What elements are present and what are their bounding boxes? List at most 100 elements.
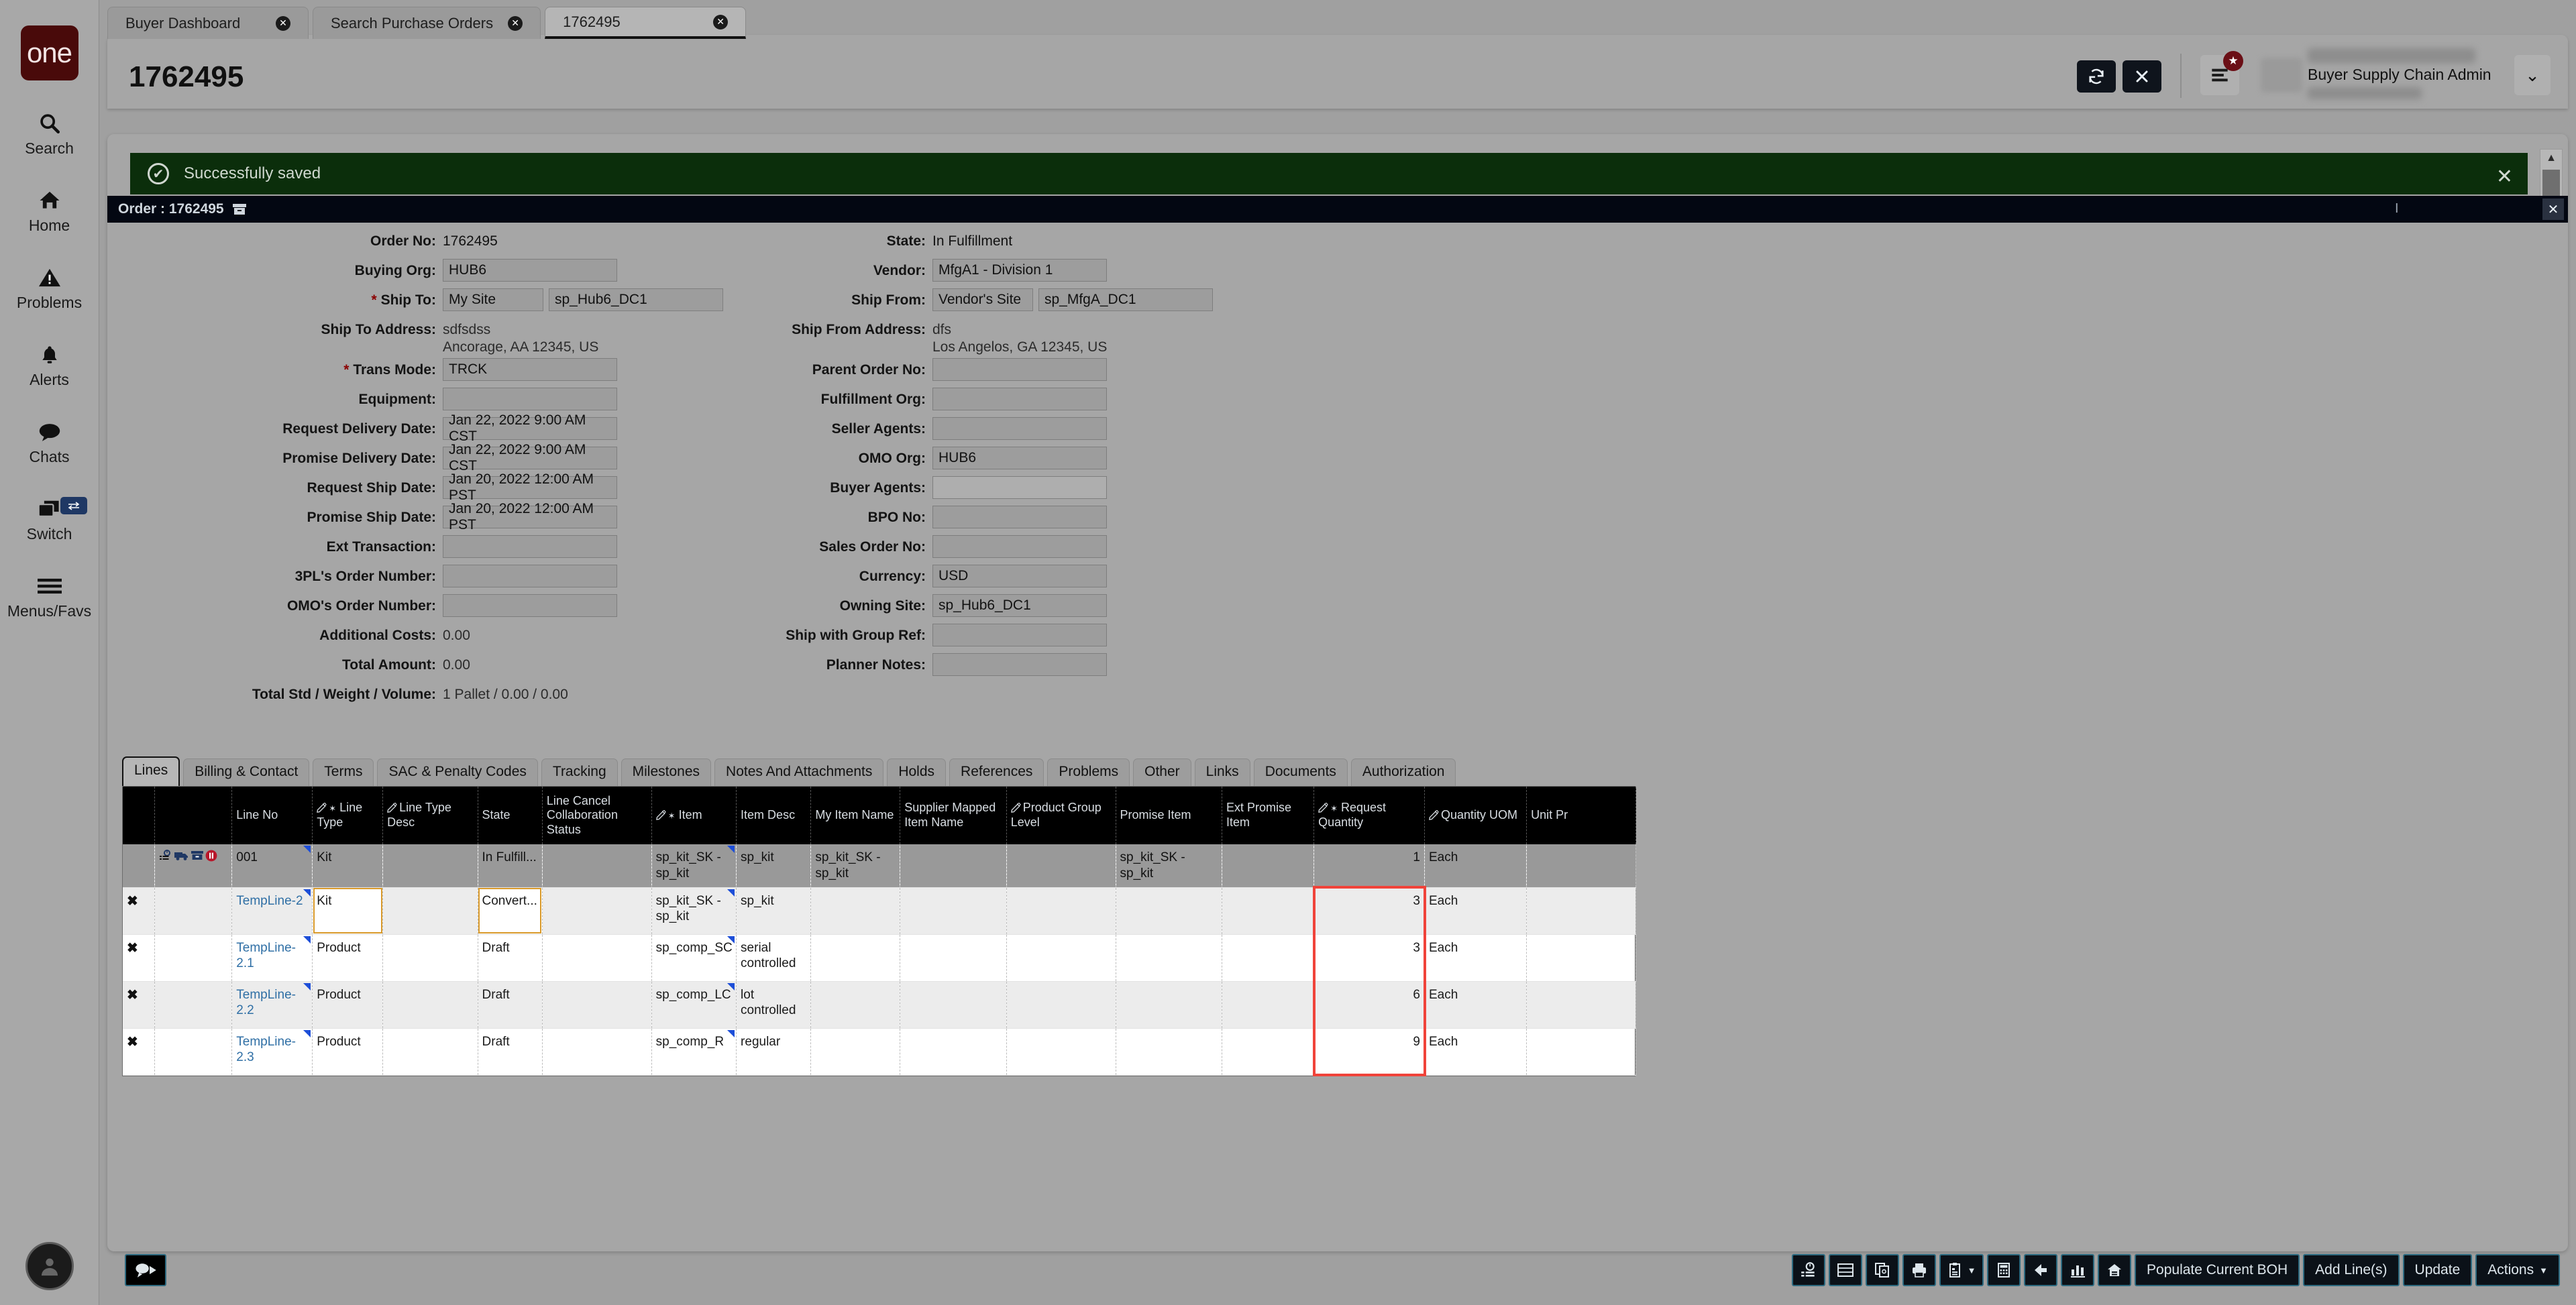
table-cell[interactable]: ✖ [123, 934, 155, 982]
ship-from-site-input[interactable]: sp_MfgA_DC1 [1038, 288, 1213, 311]
table-cell[interactable]: Product [312, 934, 384, 982]
audit-trail-icon[interactable] [1792, 1254, 1826, 1286]
table-cell[interactable] [154, 981, 233, 1029]
request-ship-date-input[interactable]: Jan 20, 2022 12:00 AM PST [443, 471, 617, 503]
x-icon[interactable]: ✖ [127, 988, 138, 1003]
user-avatar[interactable] [25, 1242, 74, 1290]
close-icon[interactable]: ✕ [2496, 165, 2513, 188]
table-cell[interactable] [1006, 887, 1116, 935]
table-cell[interactable]: 6 [1313, 981, 1425, 1029]
table-cell[interactable] [1116, 934, 1222, 982]
table-cell[interactable] [154, 844, 233, 888]
table-cell[interactable] [810, 981, 901, 1029]
table-cell[interactable] [900, 1028, 1007, 1076]
ship-with-group-ref-input[interactable] [932, 624, 1107, 646]
table-cell[interactable]: sp_kit_SK - sp_kit [651, 887, 737, 935]
close-icon[interactable]: ✕ [713, 14, 729, 30]
table-cell[interactable] [382, 934, 478, 982]
table-cell[interactable]: In Fulfill... [478, 844, 543, 888]
tab-holds[interactable]: Holds [887, 758, 947, 786]
table-cell[interactable] [154, 1028, 233, 1076]
bpo-no-input[interactable] [932, 506, 1107, 528]
ship-to-site-input[interactable]: sp_Hub6_DC1 [549, 288, 723, 311]
column-header-line-type[interactable]: ✶ Line Type [312, 787, 384, 844]
column-header-quantity-uom[interactable]: Quantity UOM [1424, 787, 1527, 844]
promise-delivery-date-input[interactable]: Jan 22, 2022 9:00 AM CST [443, 442, 617, 473]
scroll-up-arrow[interactable]: ▲ [2546, 152, 2557, 164]
table-cell[interactable]: sp_comp_SC [651, 934, 737, 982]
table-cell[interactable] [1006, 981, 1116, 1029]
table-row-master[interactable]: 001 Kit In Fulfill... sp_kit_SK - sp_kit sp_… [123, 844, 1636, 888]
table-cell[interactable] [382, 844, 478, 888]
table-row[interactable]: ✖ TempLine-2.1 Product Draft sp_comp_SC seria… [123, 934, 1636, 982]
chat-reply-icon[interactable] [125, 1254, 166, 1286]
table-cell[interactable]: 001 [231, 844, 313, 888]
owning-site-input[interactable]: sp_Hub6_DC1 [932, 594, 1107, 617]
table-cell[interactable] [1222, 844, 1315, 888]
table-cell[interactable] [900, 981, 1007, 1029]
close-icon[interactable]: ✕ [2542, 198, 2564, 220]
ship-from-input[interactable]: Vendor's Site [932, 288, 1033, 311]
clipboard-icon[interactable]: ▼ [1939, 1254, 1984, 1286]
tab-lines[interactable]: Lines [122, 756, 180, 786]
calculator-icon[interactable] [1987, 1254, 2021, 1286]
buyer-agents-input[interactable] [932, 476, 1107, 499]
table-cell[interactable]: TempLine-2.3 [231, 1028, 313, 1076]
table-cell[interactable] [542, 934, 652, 982]
table-cell[interactable]: Each [1424, 844, 1527, 888]
table-cell[interactable] [810, 934, 901, 982]
table-cell[interactable]: 3 [1313, 934, 1425, 982]
table-cell[interactable]: ✖ [123, 1028, 155, 1076]
column-header-unit-pr[interactable]: Unit Pr [1526, 787, 1636, 844]
table-cell[interactable] [1116, 887, 1222, 935]
truck-icon[interactable] [174, 850, 189, 861]
x-icon[interactable]: ✖ [127, 1035, 138, 1049]
table-cell[interactable]: Product [312, 981, 384, 1029]
table-cell[interactable] [382, 1028, 478, 1076]
table-cell[interactable]: serial controlled [736, 934, 812, 982]
table-cell[interactable] [1526, 934, 1636, 982]
omo-order-number-input[interactable] [443, 594, 617, 617]
table-cell[interactable] [1526, 887, 1636, 935]
table-cell[interactable] [1222, 934, 1315, 982]
tab-references[interactable]: References [949, 758, 1044, 786]
column-header-my-item-name[interactable]: My Item Name [810, 787, 901, 844]
table-cell[interactable] [810, 1028, 901, 1076]
tab-other[interactable]: Other [1133, 758, 1191, 786]
sidebar-item-alerts[interactable]: Alerts [0, 340, 99, 389]
table-cell[interactable] [123, 844, 155, 888]
table-cell[interactable] [542, 887, 652, 935]
ship-to-input[interactable]: My Site [443, 288, 543, 311]
tab-terms[interactable]: Terms [313, 758, 374, 786]
parent-order-no-input[interactable] [932, 358, 1107, 381]
table-cell[interactable]: Kit [312, 887, 384, 935]
table-cell[interactable] [1006, 844, 1116, 888]
column-header-blank-0[interactable] [123, 787, 155, 844]
sales-order-no-input[interactable] [932, 535, 1107, 558]
line-no-link[interactable]: TempLine-2.1 [236, 941, 296, 971]
update-button[interactable]: Update [2402, 1254, 2473, 1286]
table-cell[interactable]: TempLine-2 [231, 887, 313, 935]
grid-view-icon[interactable] [1829, 1254, 1863, 1286]
column-header-promise-item[interactable]: Promise Item [1116, 787, 1222, 844]
bar-chart-icon[interactable] [2061, 1254, 2095, 1286]
browser-tab-1762495[interactable]: 1762495 ✕ [545, 7, 747, 39]
sidebar-item-switch[interactable]: Switch [0, 494, 99, 543]
table-cell[interactable]: Each [1424, 981, 1527, 1029]
line-no-link[interactable]: TempLine-2 [236, 894, 303, 908]
table-cell[interactable]: TempLine-2.1 [231, 934, 313, 982]
table-cell[interactable] [1222, 981, 1315, 1029]
sidebar-item-menus-favs[interactable]: Menus/Favs [0, 571, 99, 620]
column-header-supplier-mapped-item-name[interactable]: Supplier Mapped Item Name [900, 787, 1007, 844]
browser-tab-search-purchase-orders[interactable]: Search Purchase Orders ✕ [313, 7, 541, 39]
table-cell[interactable]: sp_kit_SK - sp_kit [1116, 844, 1222, 888]
currency-input[interactable]: USD [932, 565, 1107, 587]
table-cell[interactable]: sp_kit_SK - sp_kit [651, 844, 737, 888]
populate-current-boh-button[interactable]: Populate Current BOH [2135, 1254, 2300, 1286]
3pl-order-number-input[interactable] [443, 565, 617, 587]
close-icon[interactable]: ✕ [276, 15, 290, 31]
request-delivery-date-input[interactable]: Jan 22, 2022 9:00 AM CST [443, 412, 617, 444]
chevron-down-icon[interactable]: ▼ [1968, 1265, 1976, 1275]
table-cell[interactable] [1526, 981, 1636, 1029]
promise-ship-date-input[interactable]: Jan 20, 2022 12:00 AM PST [443, 501, 617, 532]
